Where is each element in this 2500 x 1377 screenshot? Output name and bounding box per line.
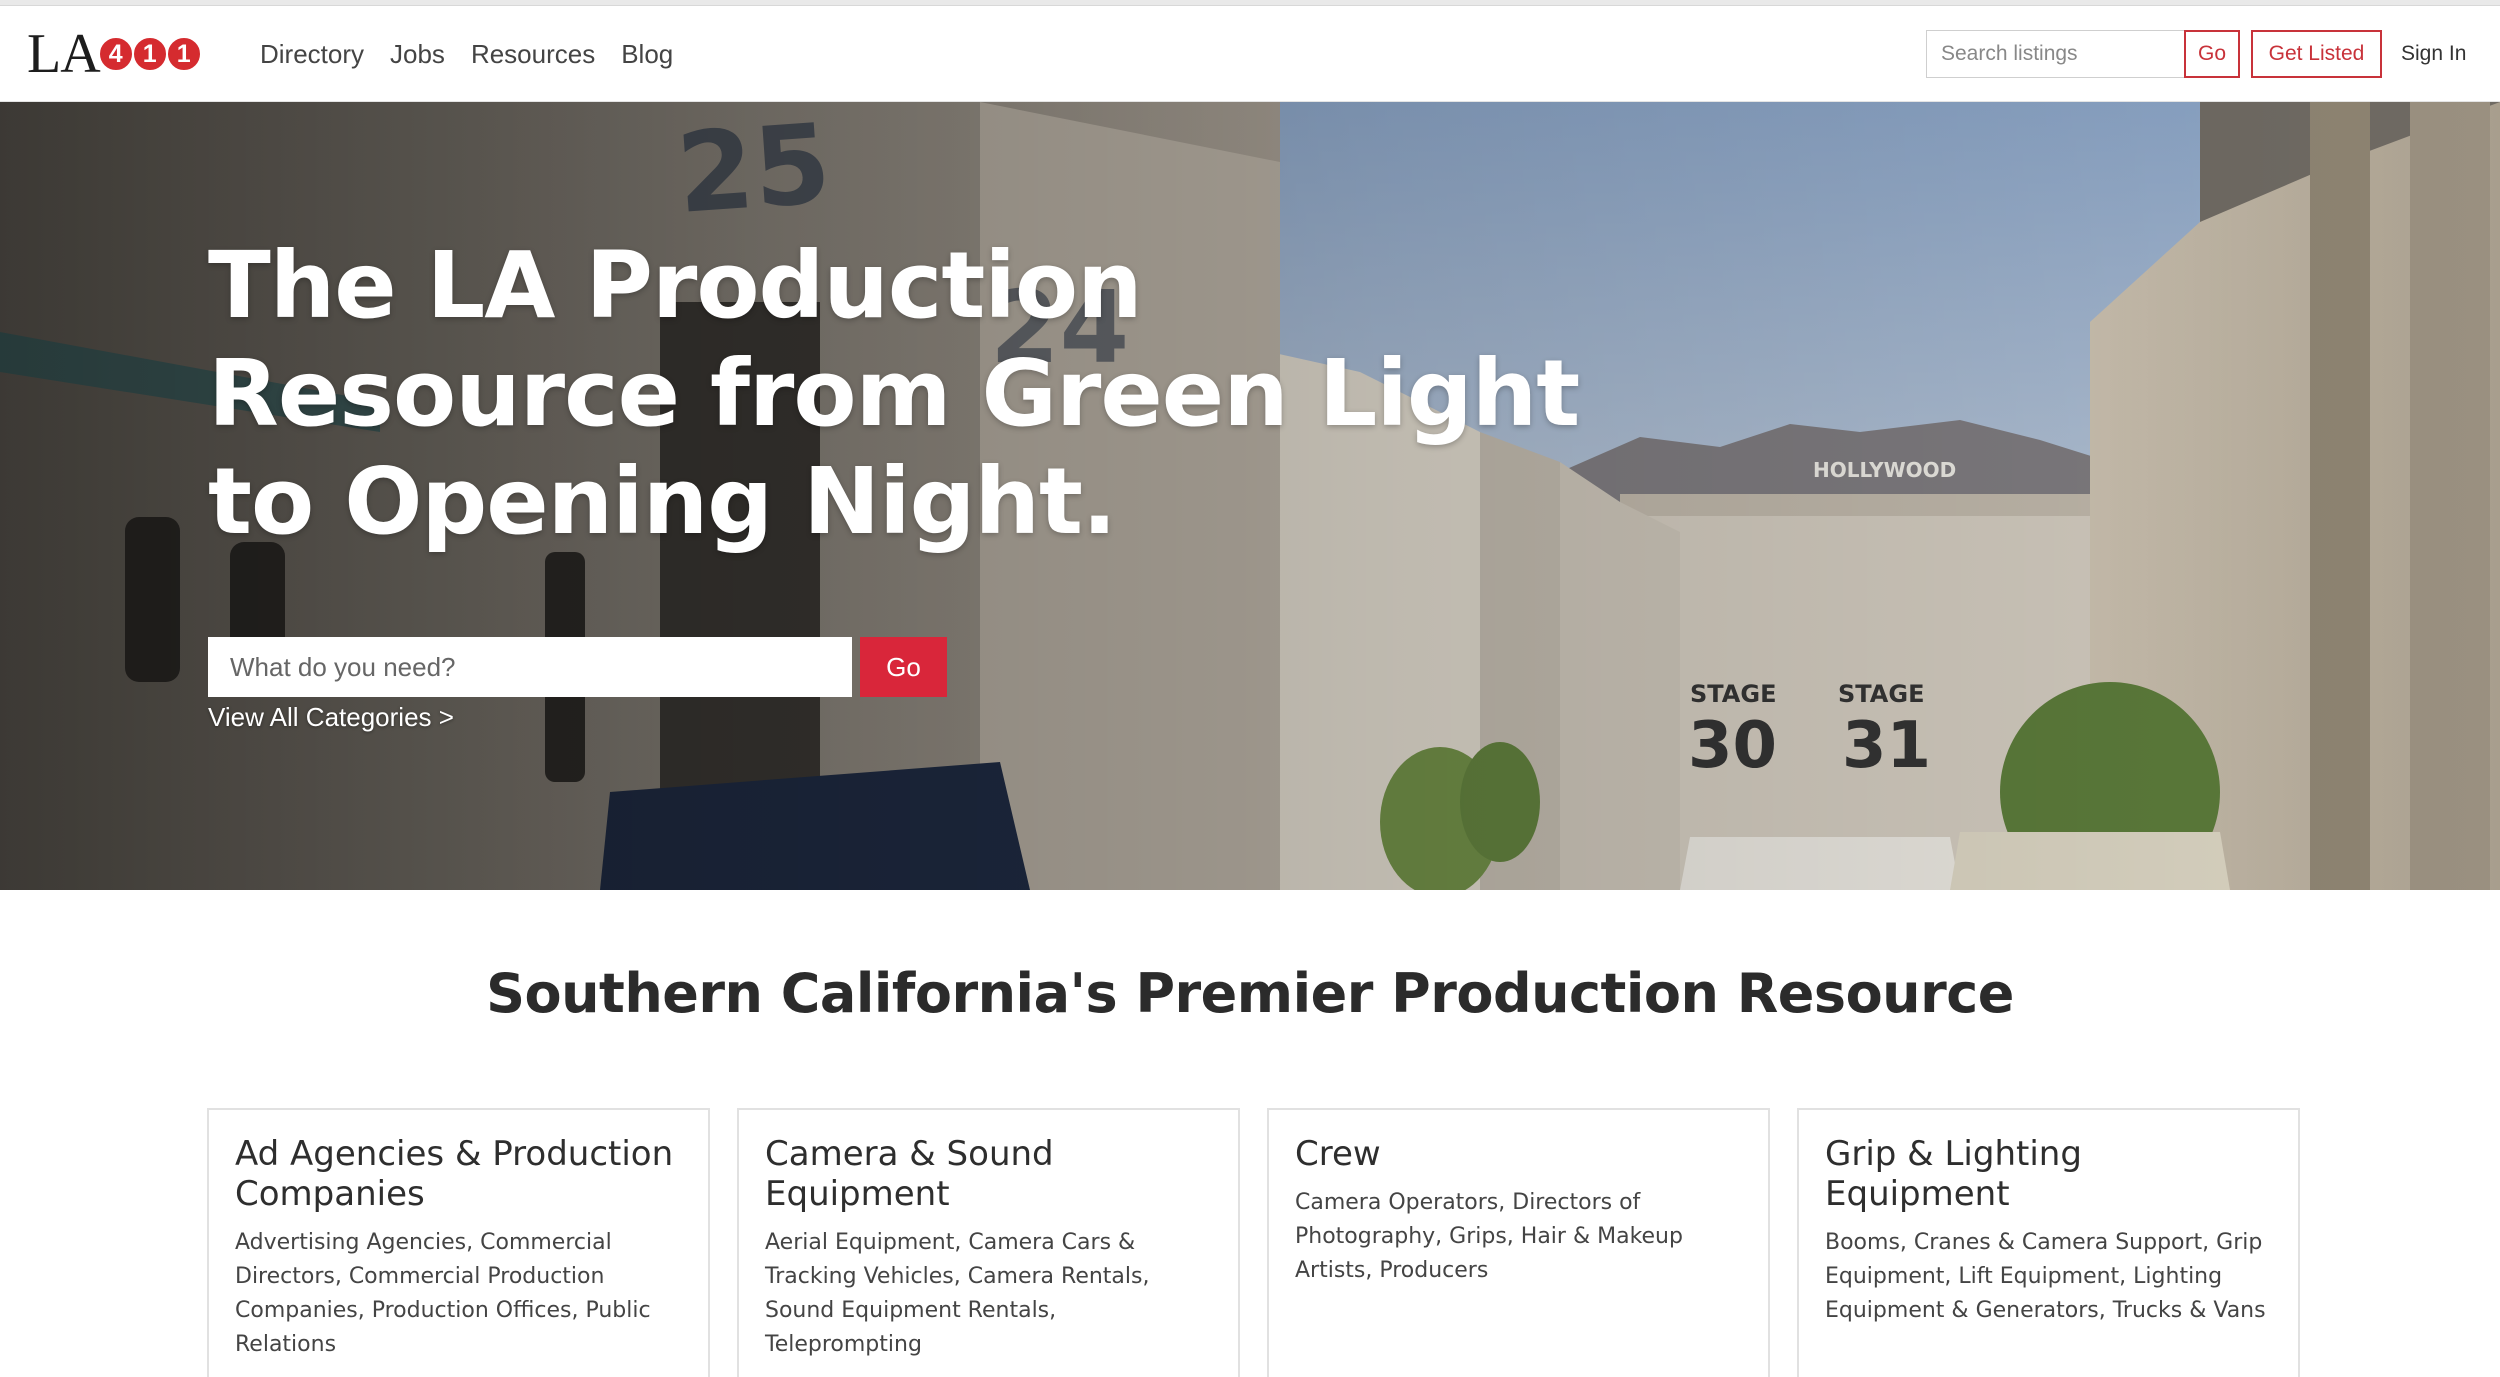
header-search-go-button[interactable]: Go [2184, 30, 2240, 78]
section-title: Southern California's Premier Production… [486, 962, 2014, 1025]
la411-logo[interactable]: LA 4 1 1 [27, 23, 202, 85]
hero-search-go-button[interactable]: Go [860, 637, 947, 697]
header-search: Go [1926, 30, 2240, 78]
nav-jobs[interactable]: Jobs [390, 39, 445, 70]
hero-search: Go [208, 637, 947, 697]
category-card-ad-agencies[interactable]: Ad Agencies & Production Companies Adver… [207, 1108, 710, 1377]
hero-banner: 25 24 STAGE 30 STAGE 31 HOLLYWOOD The LA… [0, 102, 2500, 890]
card-description: Camera Operators, Directors of Photograp… [1295, 1190, 1683, 1283]
navbar: LA 4 1 1 Directory Jobs Resources Blog G… [0, 6, 2500, 102]
nav-directory[interactable]: Directory [260, 39, 364, 70]
card-description: Booms, Cranes & Camera Support, Grip Equ… [1825, 1230, 2266, 1323]
card-title: Grip & Lighting Equipment [1825, 1134, 2082, 1214]
card-title: Camera & Sound Equipment [765, 1134, 1054, 1214]
card-description: Aerial Equipment, Camera Cars & Tracking… [765, 1230, 1150, 1357]
hero-search-input[interactable] [208, 637, 852, 697]
main-nav: Directory Jobs Resources Blog [260, 6, 699, 102]
nav-blog[interactable]: Blog [621, 39, 673, 70]
card-description: Advertising Agencies, Commercial Directo… [235, 1230, 651, 1357]
category-card-grip-lighting[interactable]: Grip & Lighting Equipment Booms, Cranes … [1797, 1108, 2300, 1377]
card-title: Ad Agencies & Production Companies [235, 1134, 674, 1214]
get-listed-button[interactable]: Get Listed [2251, 30, 2382, 78]
nav-resources[interactable]: Resources [471, 39, 595, 70]
hero-title: The LA Production Resource from Green Li… [208, 232, 1580, 555]
search-listings-input[interactable] [1926, 30, 2184, 78]
logo-digit: 1 [131, 36, 168, 72]
logo-text: LA [27, 23, 101, 85]
logo-digit: 1 [165, 36, 202, 72]
category-cards: Ad Agencies & Production Companies Adver… [207, 1108, 2300, 1377]
category-card-crew[interactable]: Crew Camera Operators, Directors of Phot… [1267, 1108, 1770, 1377]
logo-digit: 4 [97, 36, 134, 72]
view-all-categories-link[interactable]: View All Categories > [208, 702, 454, 733]
category-card-camera-sound[interactable]: Camera & Sound Equipment Aerial Equipmen… [737, 1108, 1240, 1377]
sign-in-link[interactable]: Sign In [2401, 30, 2466, 78]
card-title: Crew [1295, 1134, 1381, 1174]
